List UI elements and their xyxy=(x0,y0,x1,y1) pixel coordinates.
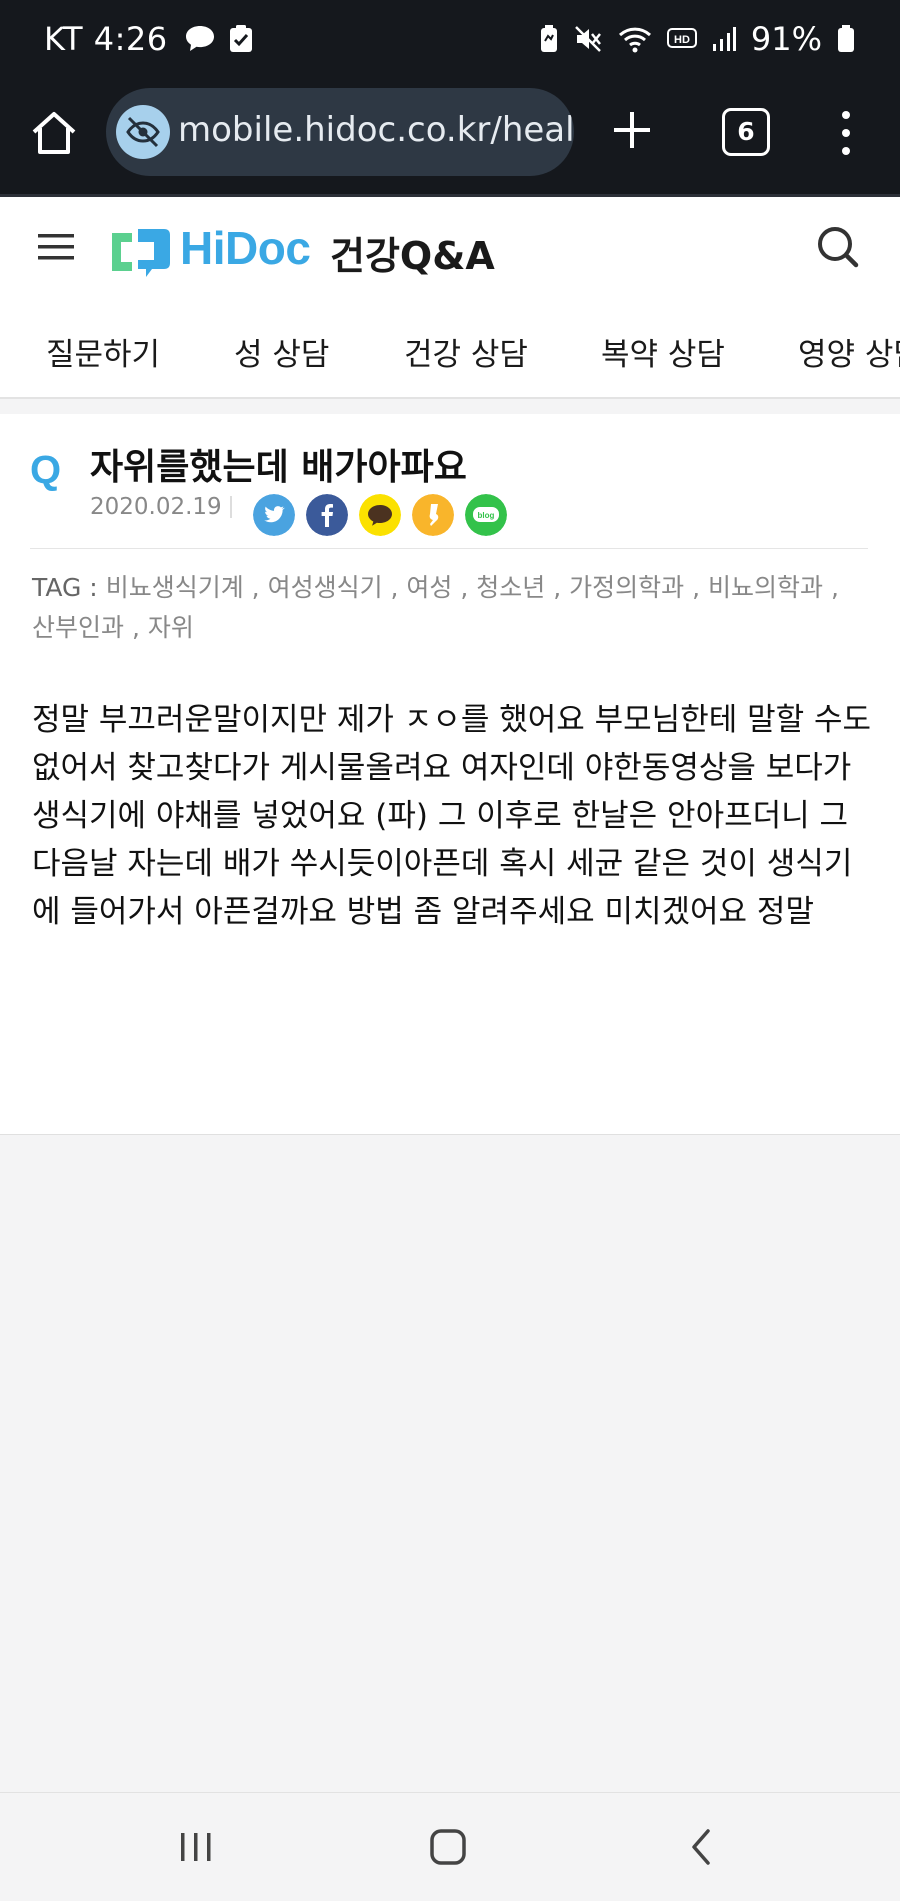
question-body: 정말 부끄러운말이지만 제가 ㅈㅇ를 했어요 부모님한테 말할 수도 없어서 찾… xyxy=(32,702,872,930)
blog-share-icon[interactable]: blog xyxy=(465,494,507,536)
blog-share-label: blog xyxy=(478,511,495,520)
tab-ask-question[interactable]: 질문하기 xyxy=(46,329,160,374)
tag-label: TAG : xyxy=(32,573,98,602)
home-nav-icon[interactable] xyxy=(428,1827,468,1867)
tab-health-consult[interactable]: 건강 상담 xyxy=(404,329,528,374)
tab-count-button[interactable]: 6 xyxy=(722,108,770,156)
svg-text:HD: HD xyxy=(674,34,690,46)
browser-toolbar: mobile.hidoc.co.kr/healtl 6 xyxy=(0,84,900,197)
tab-medication-consult[interactable]: 복약 상담 xyxy=(601,329,725,374)
site-header: HiDoc 건강Q&A xyxy=(0,197,900,297)
mute-icon xyxy=(574,26,601,52)
tab-sex-consult[interactable]: 성 상담 xyxy=(234,329,329,374)
tag-link[interactable]: 자위 xyxy=(148,613,194,642)
twitter-share-icon[interactable] xyxy=(253,494,295,536)
question-mark: Q xyxy=(30,448,62,492)
system-nav-bar xyxy=(0,1792,900,1901)
battery-percentage: 91% xyxy=(750,20,822,58)
question-date: 2020.02.19 xyxy=(90,494,222,520)
tag-link[interactable]: 비뇨생식기계 xyxy=(106,573,244,602)
category-nav: 질문하기 성 상담 건강 상담 복약 상담 영양 상담 xyxy=(0,297,900,399)
privacy-eye-icon[interactable] xyxy=(116,105,170,159)
date-divider xyxy=(230,496,232,518)
tag-link[interactable]: 청소년 xyxy=(476,573,545,602)
tag-link[interactable]: 여성생식기 xyxy=(268,573,383,602)
tag-link[interactable]: 산부인과 xyxy=(32,613,124,642)
check-box-icon xyxy=(229,25,252,52)
hd-icon: HD xyxy=(666,28,697,48)
kakaotalk-share-icon[interactable] xyxy=(359,494,401,536)
facebook-share-icon[interactable] xyxy=(306,494,348,536)
search-icon[interactable] xyxy=(814,223,862,271)
recent-apps-icon[interactable] xyxy=(178,1829,214,1865)
carrier-time: KT 4:26 xyxy=(44,20,168,58)
title-divider xyxy=(30,548,868,549)
back-nav-icon[interactable] xyxy=(686,1827,716,1867)
home-icon[interactable] xyxy=(28,108,80,160)
talk-bubble-icon xyxy=(185,26,214,51)
tag-link[interactable]: 비뇨의학과 xyxy=(708,573,823,602)
address-bar[interactable]: mobile.hidoc.co.kr/healtl xyxy=(106,88,574,176)
tab-nutrition-consult[interactable]: 영양 상담 xyxy=(798,329,900,374)
hamburger-menu-icon[interactable] xyxy=(38,231,74,263)
tag-link[interactable]: 여성 xyxy=(406,573,452,602)
tag-link[interactable]: 가정의학과 xyxy=(569,573,684,602)
kakaostory-share-icon[interactable] xyxy=(412,494,454,536)
status-bar: KT 4:26 HD 91% xyxy=(0,0,900,84)
more-options-icon[interactable] xyxy=(830,106,862,160)
signal-icon xyxy=(712,27,736,51)
new-tab-icon[interactable] xyxy=(606,104,658,156)
wifi-icon xyxy=(618,27,651,53)
question-title: 자위를했는데 배가아파요 xyxy=(90,447,467,488)
question-article: Q 자위를했는데 배가아파요 2020.02.19 blog TAG : 비뇨생… xyxy=(0,414,900,1135)
hidoc-logo-icon[interactable] xyxy=(108,227,174,277)
url-text[interactable]: mobile.hidoc.co.kr/healtl xyxy=(178,110,574,150)
tag-list: TAG : 비뇨생식기계 , 여성생식기 , 여성 , 청소년 , 가정의학과 … xyxy=(32,573,839,642)
section-title[interactable]: 건강Q&A xyxy=(330,225,495,280)
battery-saver-icon xyxy=(540,25,557,52)
battery-icon xyxy=(838,25,854,52)
logo-text[interactable]: HiDoc xyxy=(180,221,311,275)
